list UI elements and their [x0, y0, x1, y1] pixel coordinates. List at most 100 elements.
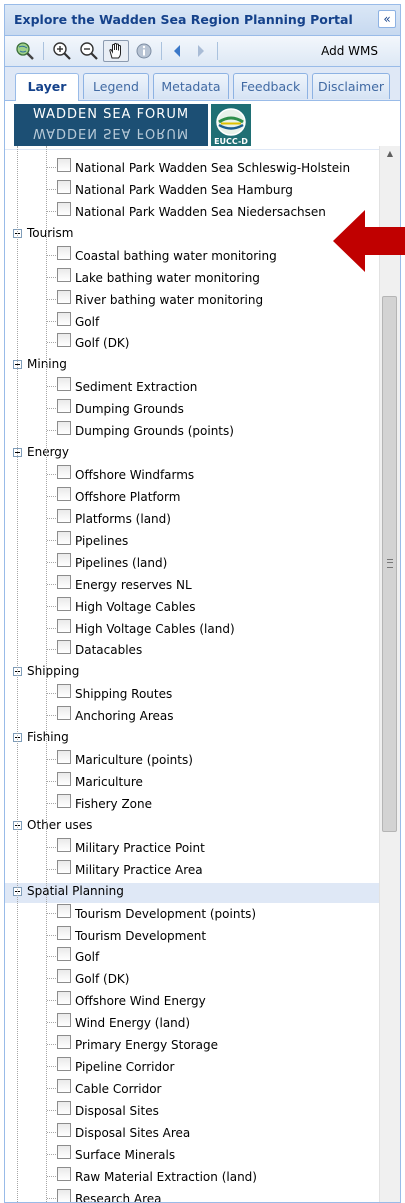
layer-checkbox[interactable]: [57, 311, 71, 326]
layer-item[interactable]: Datacables: [5, 640, 380, 661]
tab-metadata[interactable]: Metadata: [153, 73, 229, 99]
layer-item[interactable]: Offshore Windfarms: [5, 465, 380, 486]
layer-checkbox[interactable]: [57, 925, 71, 940]
tab-feedback[interactable]: Feedback: [233, 73, 308, 99]
layer-checkbox[interactable]: [57, 947, 71, 962]
layer-checkbox[interactable]: [57, 179, 71, 194]
layer-group[interactable]: Spatial Planning: [5, 882, 380, 903]
layer-item[interactable]: Sediment Extraction: [5, 377, 380, 398]
layer-item[interactable]: Golf (DK): [5, 333, 380, 354]
layer-checkbox[interactable]: [57, 1166, 71, 1181]
layer-item[interactable]: Raw Material Extraction (land): [5, 1166, 380, 1188]
scroll-thumb[interactable]: [382, 296, 397, 832]
layer-item[interactable]: Dumping Grounds: [5, 399, 380, 420]
layer-checkbox[interactable]: [57, 399, 71, 414]
layer-item[interactable]: Offshore Platform: [5, 486, 380, 508]
tab-layer[interactable]: Layer: [15, 73, 79, 101]
layer-checkbox[interactable]: [57, 333, 71, 348]
layer-item[interactable]: Pipelines (land): [5, 552, 380, 574]
layer-item[interactable]: Military Practice Point: [5, 837, 380, 859]
layer-checkbox[interactable]: [57, 1188, 71, 1202]
layer-checkbox[interactable]: [57, 706, 71, 721]
layer-item[interactable]: Platforms (land): [5, 508, 380, 530]
layer-item[interactable]: Coastal bathing water monitoring: [5, 245, 380, 267]
pan-button[interactable]: [103, 40, 129, 62]
layer-checkbox[interactable]: [57, 245, 71, 260]
layer-item[interactable]: Pipelines: [5, 530, 380, 552]
forward-button[interactable]: [191, 40, 211, 62]
layer-group[interactable]: Other uses: [5, 817, 380, 837]
layer-checkbox[interactable]: [57, 289, 71, 304]
layer-item[interactable]: Offshore Wind Energy: [5, 991, 380, 1012]
layer-group[interactable]: Tourism: [5, 225, 380, 245]
layer-checkbox[interactable]: [57, 1079, 71, 1094]
layer-group[interactable]: Fishing: [5, 729, 380, 749]
layer-checkbox[interactable]: [57, 465, 71, 480]
layer-item[interactable]: Golf (DK): [5, 969, 380, 990]
layer-checkbox[interactable]: [57, 508, 71, 523]
tab-legend[interactable]: Legend: [83, 73, 149, 99]
layer-checkbox[interactable]: [57, 991, 71, 1006]
zoom-out-button[interactable]: [77, 40, 101, 62]
layer-checkbox[interactable]: [57, 1035, 71, 1050]
layer-item[interactable]: Tourism Development (points): [5, 903, 380, 925]
layer-checkbox[interactable]: [57, 552, 71, 567]
layer-checkbox[interactable]: [57, 574, 71, 589]
layer-item[interactable]: National Park Wadden Sea Hamburg: [5, 179, 380, 201]
zoom-full-extent-button[interactable]: [13, 40, 37, 62]
layer-checkbox[interactable]: [57, 1057, 71, 1072]
layer-checkbox[interactable]: [57, 969, 71, 984]
layer-item[interactable]: Disposal Sites Area: [5, 1122, 380, 1144]
layer-item[interactable]: Golf: [5, 947, 380, 968]
layer-item[interactable]: Anchoring Areas: [5, 706, 380, 727]
layer-checkbox[interactable]: [57, 201, 71, 216]
layer-group[interactable]: Energy: [5, 444, 380, 464]
layer-checkbox[interactable]: [57, 859, 71, 874]
layer-checkbox[interactable]: [57, 158, 71, 172]
layer-item[interactable]: Lake bathing water monitoring: [5, 267, 380, 289]
layer-group[interactable]: Mining: [5, 356, 380, 376]
layer-checkbox[interactable]: [57, 267, 71, 282]
layer-item[interactable]: Surface Minerals: [5, 1144, 380, 1166]
layer-checkbox[interactable]: [57, 903, 71, 918]
layer-item[interactable]: Disposal Sites: [5, 1100, 380, 1122]
layer-item[interactable]: Research Area: [5, 1188, 380, 1202]
layer-checkbox[interactable]: [57, 530, 71, 545]
layer-checkbox[interactable]: [57, 640, 71, 655]
add-wms-button[interactable]: Add WMS: [321, 44, 378, 58]
layer-checkbox[interactable]: [57, 1144, 71, 1159]
info-button[interactable]: [133, 40, 155, 62]
collapse-panel-button[interactable]: «: [378, 10, 396, 28]
layer-checkbox[interactable]: [57, 421, 71, 436]
tab-disclaimer[interactable]: Disclaimer: [312, 73, 390, 99]
zoom-in-button[interactable]: [50, 40, 74, 62]
layer-checkbox[interactable]: [57, 750, 71, 765]
layer-item[interactable]: Military Practice Area: [5, 859, 380, 881]
layer-checkbox[interactable]: [57, 618, 71, 633]
layer-checkbox[interactable]: [57, 596, 71, 611]
layer-item[interactable]: High Voltage Cables: [5, 596, 380, 618]
layer-item[interactable]: Cable Corridor: [5, 1079, 380, 1100]
layer-item[interactable]: Primary Energy Storage: [5, 1035, 380, 1056]
layer-tree-scrollbar[interactable]: ▲: [379, 146, 400, 1202]
layer-checkbox[interactable]: [57, 1122, 71, 1137]
layer-item[interactable]: Pipeline Corridor: [5, 1057, 380, 1078]
layer-item[interactable]: Energy reserves NL: [5, 574, 380, 596]
layer-checkbox[interactable]: [57, 1013, 71, 1028]
layer-item[interactable]: Tourism Development: [5, 925, 380, 947]
layer-group[interactable]: Shipping: [5, 663, 380, 683]
layer-checkbox[interactable]: [57, 486, 71, 501]
layer-item[interactable]: Mariculture (points): [5, 750, 380, 771]
layer-item[interactable]: Fishery Zone: [5, 793, 380, 815]
layer-checkbox[interactable]: [57, 772, 71, 787]
layer-item[interactable]: National Park Wadden Sea Schleswig-Holst…: [5, 158, 380, 179]
layer-item[interactable]: National Park Wadden Sea Niedersachsen: [5, 201, 380, 223]
layer-item[interactable]: High Voltage Cables (land): [5, 618, 380, 640]
layer-checkbox[interactable]: [57, 793, 71, 808]
layer-checkbox[interactable]: [57, 377, 71, 392]
layer-item[interactable]: Mariculture: [5, 772, 380, 793]
layer-item[interactable]: Golf: [5, 311, 380, 333]
layer-item[interactable]: Wind Energy (land): [5, 1013, 380, 1034]
layer-item[interactable]: River bathing water monitoring: [5, 289, 380, 311]
layer-item[interactable]: Dumping Grounds (points): [5, 421, 380, 442]
